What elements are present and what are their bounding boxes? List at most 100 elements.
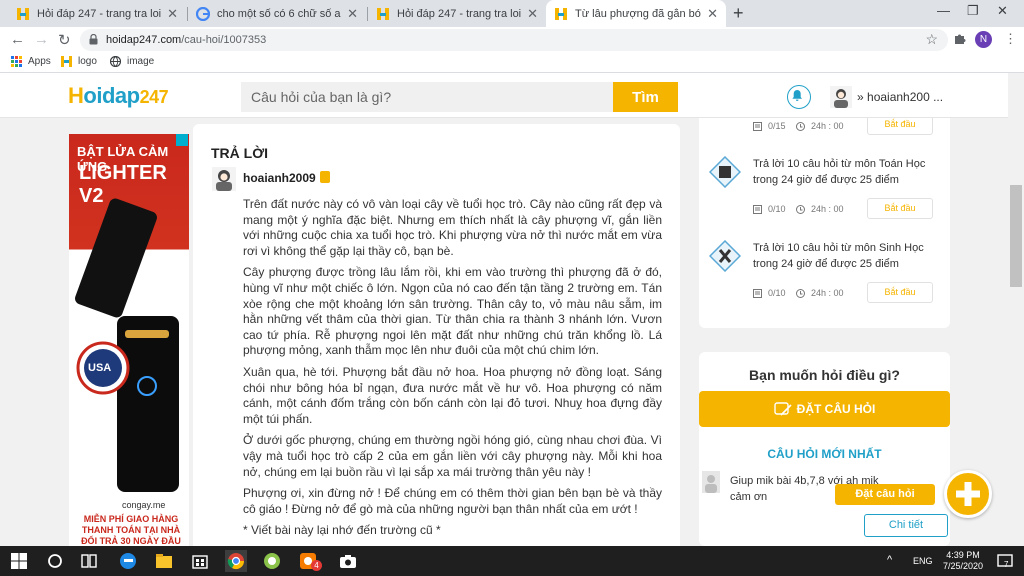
clock-icon	[796, 288, 805, 298]
browser-tab-1[interactable]: Hỏi đáp 247 - trang tra loi ✕	[8, 0, 186, 27]
browser-tab-3[interactable]: Hỏi đáp 247 - trang tra loi ✕	[368, 0, 546, 27]
task-meta: 0/10	[753, 204, 786, 214]
plus-icon	[956, 482, 980, 506]
tab-close-icon[interactable]: ✕	[347, 6, 358, 22]
latest-questions-heading: CÂU HỎI MỚI NHẤT	[767, 447, 882, 461]
daily-tasks-panel: 0/15 24h : 00 Bắt đầu Trả lời 10 câu hỏi…	[699, 118, 950, 328]
default-user-avatar	[702, 471, 720, 493]
bookmark-label: Apps	[28, 56, 51, 67]
new-tab-icon[interactable]: +	[733, 3, 744, 24]
app-green-icon[interactable]	[261, 550, 283, 572]
ask-question-button[interactable]: ĐẶT CÂU HỎI	[699, 391, 950, 427]
hoidap-favicon	[61, 56, 72, 67]
tray-chevron-icon[interactable]: ^	[887, 554, 892, 566]
site-header: Hoidap247 Tìm » hoaianh200 ...	[0, 73, 1008, 118]
bookmark-star-icon[interactable]: ☆	[925, 31, 938, 48]
document-icon	[753, 288, 762, 298]
header-username[interactable]: » hoaianh200 ...	[857, 90, 943, 104]
restore-icon[interactable]: ❐	[967, 3, 979, 19]
notification-bell-button[interactable]	[787, 85, 811, 109]
scrollbar-thumb[interactable]	[1010, 185, 1022, 287]
apps-grid-icon	[11, 56, 22, 67]
profile-avatar[interactable]: N	[975, 31, 992, 48]
answer-body: Trên đất nước này có vô vàn loại cây về …	[243, 197, 662, 545]
browser-tab-2[interactable]: cho một số có 6 chữ số abcdef. N ✕	[188, 0, 366, 27]
tab-close-icon[interactable]: ✕	[707, 6, 718, 22]
clock-icon	[796, 121, 805, 131]
window-close-icon[interactable]: ✕	[997, 3, 1008, 19]
browser-tab-4-active[interactable]: Từ lâu phượng đã gắn bó thân th ✕	[546, 0, 726, 27]
reload-icon[interactable]: ↻	[58, 31, 71, 49]
search-input[interactable]	[241, 82, 613, 112]
answer-paragraph: Cây phượng được trồng lâu lắm rồi, khi e…	[243, 265, 662, 358]
input-language[interactable]: ENG	[913, 556, 933, 566]
document-icon	[753, 121, 762, 131]
bell-icon	[792, 89, 802, 101]
task-start-button[interactable]: Bắt đầu	[867, 118, 933, 135]
tab-title: cho một số có 6 chữ số abcdef. N	[217, 7, 341, 20]
tab-title: Hỏi đáp 247 - trang tra loi	[37, 7, 162, 20]
floating-ask-button[interactable]	[944, 470, 992, 518]
answer-heading: TRẢ LỜI	[211, 145, 269, 161]
page-scrollbar[interactable]	[1008, 73, 1024, 546]
globe-icon	[110, 56, 121, 67]
task-description: Trả lời 10 câu hỏi từ môn Toán Học trong…	[753, 158, 926, 186]
lighter-advertisement[interactable]: BẬT LỬA CẢM ỨNG LIGHTER V2 USA congay.me…	[69, 134, 189, 546]
site-logo[interactable]: Hoidap247	[68, 83, 169, 109]
system-clock[interactable]: 4:39 PM 7/25/2020	[936, 550, 990, 572]
back-arrow-icon[interactable]: ←	[10, 31, 25, 48]
windows-taskbar: 4 ^ ENG 4:39 PM 7/25/2020 7	[0, 546, 1024, 576]
answer-author-avatar[interactable]	[212, 167, 236, 191]
search-button[interactable]: Tìm	[613, 82, 678, 112]
google-favicon	[196, 6, 210, 21]
task-timer: 24h : 00	[796, 121, 844, 131]
clock-icon	[796, 204, 805, 214]
minimize-icon[interactable]: —	[937, 3, 950, 18]
answer-paragraph: Xuân qua, hè tới. Phượng bắt đầu nở hoa.…	[243, 364, 662, 426]
bookmarks-bar: Apps logo image	[0, 53, 1024, 73]
ask-title: Bạn muốn hỏi điều gì?	[749, 367, 900, 383]
answer-paragraph: Phượng ơi, xin đừng nở ! Để chúng em có …	[243, 486, 662, 516]
task-timer: 24h : 00	[796, 204, 844, 214]
tab-close-icon[interactable]: ✕	[167, 6, 178, 22]
store-icon[interactable]	[189, 550, 211, 572]
address-bar[interactable]: hoidap247.com/cau-hoi/1007353 ☆	[80, 29, 948, 51]
forward-arrow-icon[interactable]: →	[34, 31, 49, 48]
task-description: Trả lời 10 câu hỏi từ môn Sinh Học trong…	[753, 242, 924, 270]
ad-domain: congay.me	[122, 500, 166, 510]
chrome-icon[interactable]	[225, 550, 247, 572]
bookmark-image[interactable]: image	[110, 56, 154, 67]
lighter-product-image	[75, 198, 179, 492]
search-circle-icon[interactable]	[44, 550, 66, 572]
bookmark-label: image	[127, 56, 155, 67]
extensions-puzzle-icon[interactable]	[953, 32, 966, 45]
adchoices-icon[interactable]	[176, 134, 188, 146]
task-view-icon[interactable]	[78, 550, 100, 572]
answer-card: TRẢ LỜI hoaianh2009 Trên đất nước này có…	[193, 124, 680, 576]
notification-count-badge: 4	[311, 560, 322, 571]
task-start-button[interactable]: Bắt đầu	[867, 198, 933, 219]
browser-toolbar: ← → ↻ hoidap247.com/cau-hoi/1007353 ☆	[0, 27, 1024, 53]
tab-title: Hỏi đáp 247 - trang tra loi	[397, 7, 522, 20]
document-icon	[753, 204, 762, 214]
answer-author-name[interactable]: hoaianh2009	[243, 171, 316, 185]
bookmark-logo[interactable]: logo	[61, 56, 97, 67]
user-avatar[interactable]	[830, 86, 852, 108]
answer-paragraph: Trên đất nước này có vô vàn loại cây về …	[243, 197, 662, 258]
file-explorer-icon[interactable]	[153, 550, 175, 572]
tab-close-icon[interactable]: ✕	[527, 6, 538, 22]
browser-menu-icon[interactable]: ⋮	[1004, 31, 1017, 47]
url-text: hoidap247.com/cau-hoi/1007353	[106, 34, 267, 46]
view-detail-button[interactable]: Chi tiết	[864, 514, 948, 537]
camera-icon[interactable]	[337, 550, 359, 572]
floating-ask-label[interactable]: Đặt câu hỏi	[835, 484, 935, 505]
browser-tabstrip: Hỏi đáp 247 - trang tra loi ✕ cho một số…	[0, 0, 1024, 27]
windows-start-icon[interactable]	[8, 550, 30, 572]
task-timer: 24h : 00	[796, 288, 844, 298]
bookmark-label: logo	[78, 56, 97, 67]
edge-browser-icon[interactable]	[117, 550, 139, 572]
task-meta: 0/15	[753, 121, 786, 131]
task-meta: 0/10	[753, 288, 786, 298]
bookmark-apps[interactable]: Apps	[11, 56, 51, 67]
task-start-button[interactable]: Bắt đầu	[867, 282, 933, 303]
